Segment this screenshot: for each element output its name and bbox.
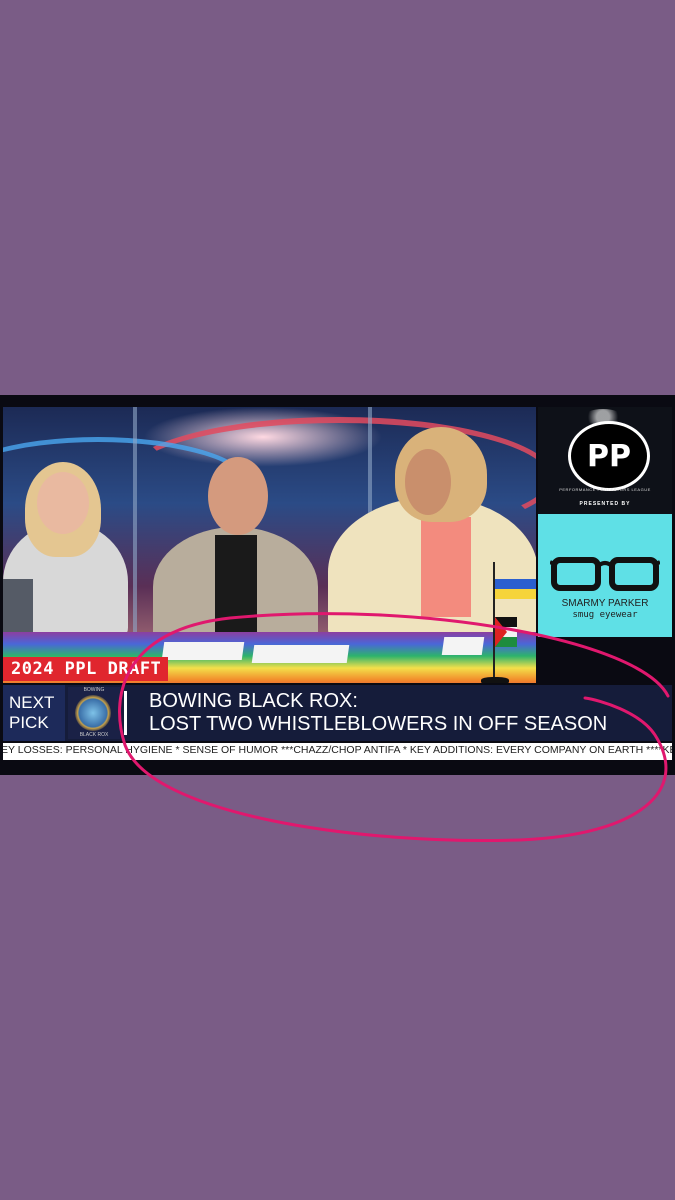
lower-third: NEXT PICK BOWING BLACK ROX BOWING BLACK … bbox=[3, 685, 672, 741]
host-right-shirt bbox=[421, 517, 471, 617]
flag-blue-yellow bbox=[495, 579, 536, 599]
sponsor-brand: SMARMY PARKER bbox=[561, 598, 649, 609]
paper bbox=[161, 642, 245, 660]
news-ticker: EY LOSSES: PERSONAL HYGIENE * SENSE OF H… bbox=[3, 743, 672, 760]
team-logo: BOWING BLACK ROX bbox=[68, 687, 120, 739]
draft-tag: 2024 PPL DRAFT bbox=[3, 657, 168, 681]
video-frame: PP PERFORMANCE PROTESTORS LEAGUE PRESENT… bbox=[0, 395, 675, 775]
laptop bbox=[3, 579, 33, 639]
paper bbox=[441, 637, 485, 655]
flag-tricolor bbox=[495, 617, 517, 647]
host-right-face bbox=[405, 449, 451, 515]
league-logo: PP bbox=[568, 421, 650, 491]
flag-base bbox=[481, 677, 509, 683]
host-center-face bbox=[208, 457, 268, 535]
sponsor-tagline: smug eyewear bbox=[572, 610, 638, 620]
headline-line-1: BOWING BLACK ROX: bbox=[149, 690, 358, 712]
headline-line-2: LOST TWO WHISTLEBLOWERS IN OFF SEASON bbox=[149, 713, 608, 735]
sponsor-ad: SMARMY PARKER smug eyewear bbox=[538, 514, 672, 637]
ticker-text: EY LOSSES: PERSONAL HYGIENE * SENSE OF H… bbox=[3, 744, 672, 756]
headline: BOWING BLACK ROX: LOST TWO WHISTLEBLOWER… bbox=[149, 690, 607, 736]
team-badge-icon bbox=[75, 695, 111, 731]
league-logo-letters: PP bbox=[587, 438, 631, 474]
broadcast-scene bbox=[3, 407, 536, 683]
paper bbox=[251, 645, 350, 663]
league-subtitle: PERFORMANCE PROTESTORS LEAGUE bbox=[559, 487, 651, 492]
host-center-shirt bbox=[215, 535, 257, 645]
stage-panel bbox=[133, 407, 137, 647]
divider bbox=[124, 691, 127, 735]
next-pick-label: NEXT PICK bbox=[3, 685, 65, 741]
host-left-face bbox=[37, 472, 89, 534]
league-logo-panel: PP PERFORMANCE PROTESTORS LEAGUE PRESENT… bbox=[538, 407, 672, 514]
team-logo-bottom-text: BLACK ROX bbox=[79, 732, 109, 738]
presented-by-label: PRESENTED BY bbox=[579, 501, 631, 507]
glasses-icon bbox=[550, 557, 660, 591]
team-logo-top-text: BOWING bbox=[83, 687, 105, 693]
